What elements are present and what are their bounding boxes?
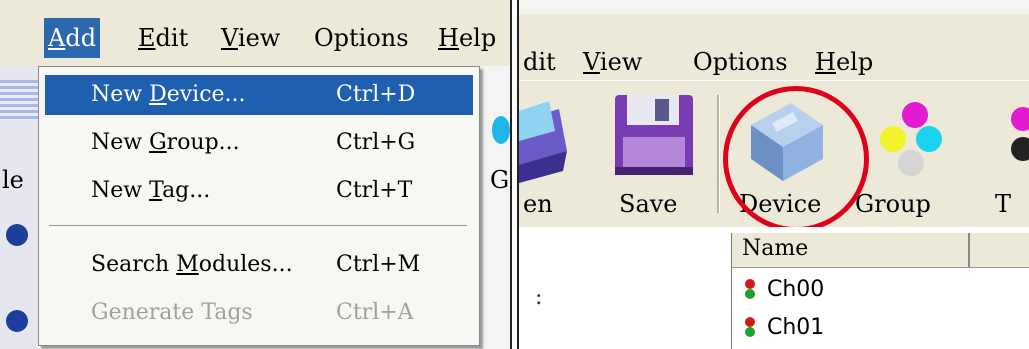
- menu-view[interactable]: View: [217, 18, 284, 58]
- toolbar-separator: [717, 95, 720, 213]
- menu-options[interactable]: Options: [310, 18, 413, 58]
- menu-item-shortcut: Ctrl+T: [336, 178, 413, 203]
- group-icon: [880, 102, 942, 176]
- menu-item-shortcut: Ctrl+A: [336, 300, 414, 325]
- list-item-name: Ch01: [767, 315, 825, 340]
- menu-view[interactable]: View: [583, 48, 642, 76]
- menu-item-new-group[interactable]: New Group... Ctrl+G: [45, 123, 473, 163]
- open-button[interactable]: en: [519, 81, 579, 227]
- column-header[interactable]: Name: [732, 233, 1029, 268]
- list-item[interactable]: Ch01: [740, 315, 824, 349]
- menu-item-label: New Tag...: [91, 178, 211, 203]
- menu-bar: dit View Options Help: [519, 0, 1029, 80]
- background-toolbar-left: le: [0, 66, 38, 349]
- traffic-light-icon: [745, 317, 755, 337]
- menu-item-generate-tags: Generate Tags Ctrl+A: [45, 293, 473, 333]
- right-screenshot-panel: dit View Options Help en Save Device Gro…: [519, 0, 1029, 349]
- menu-item-label: New Device...: [91, 82, 246, 107]
- tag-button[interactable]: T: [989, 81, 1029, 227]
- column-header-name: Name: [742, 236, 809, 261]
- menu-edit[interactable]: Edit: [134, 18, 192, 58]
- background-partial-label: G: [490, 166, 510, 194]
- menu-separator: [49, 225, 467, 229]
- background-stripes: [0, 80, 38, 120]
- tag-list: Name Ch00 Ch01: [731, 233, 1029, 349]
- toolbar-label: Group: [855, 190, 931, 218]
- menu-item-search-modules[interactable]: Search Modules... Ctrl+M: [45, 245, 473, 285]
- tree-pane-text: :: [535, 285, 543, 310]
- menu-item-label: New Group...: [91, 130, 240, 155]
- toolbar-label: Save: [619, 190, 678, 218]
- add-dropdown-menu: New Device... Ctrl+D New Group... Ctrl+G…: [38, 66, 480, 346]
- menu-options[interactable]: Options: [693, 48, 788, 76]
- menu-item-new-device[interactable]: New Device... Ctrl+D: [45, 75, 473, 115]
- workspace-area: : Name Ch00 Ch01: [519, 227, 1029, 349]
- column-divider[interactable]: [968, 233, 970, 267]
- panel-divider: [510, 0, 512, 349]
- floppy-disk-icon: [615, 95, 693, 175]
- menu-add[interactable]: Add: [44, 18, 101, 58]
- background-toolbar-right: G: [478, 66, 510, 349]
- menu-item-shortcut: Ctrl+M: [336, 252, 421, 277]
- background-cyan-icon: [492, 116, 510, 144]
- menu-item-label: Generate Tags: [91, 300, 253, 325]
- menu-item-shortcut: Ctrl+G: [336, 130, 416, 155]
- menu-item-shortcut: Ctrl+D: [336, 82, 416, 107]
- background-blue-icon: [6, 224, 28, 246]
- menu-edit[interactable]: dit: [523, 48, 556, 76]
- menu-help[interactable]: Help: [815, 48, 873, 76]
- background-partial-label: le: [2, 166, 24, 194]
- highlight-circle: [723, 86, 869, 232]
- traffic-light-icon: [745, 279, 755, 299]
- menu-item-label: Search Modules...: [91, 252, 293, 277]
- tag-icon: [1011, 107, 1029, 161]
- background-blue-icon: [6, 310, 28, 332]
- toolbar-label: T: [995, 190, 1012, 218]
- open-icon: [519, 101, 567, 183]
- toolbar-label: en: [523, 190, 553, 218]
- menu-item-new-tag[interactable]: New Tag... Ctrl+T: [45, 171, 473, 211]
- menu-bar: Add Edit View Options Help: [0, 0, 510, 66]
- left-screenshot-panel: Add Edit View Options Help le G New Devi…: [0, 0, 510, 349]
- list-item[interactable]: Ch00: [740, 277, 824, 313]
- list-item-name: Ch00: [767, 277, 825, 302]
- save-button[interactable]: Save: [599, 81, 709, 227]
- menu-help[interactable]: Help: [434, 18, 500, 58]
